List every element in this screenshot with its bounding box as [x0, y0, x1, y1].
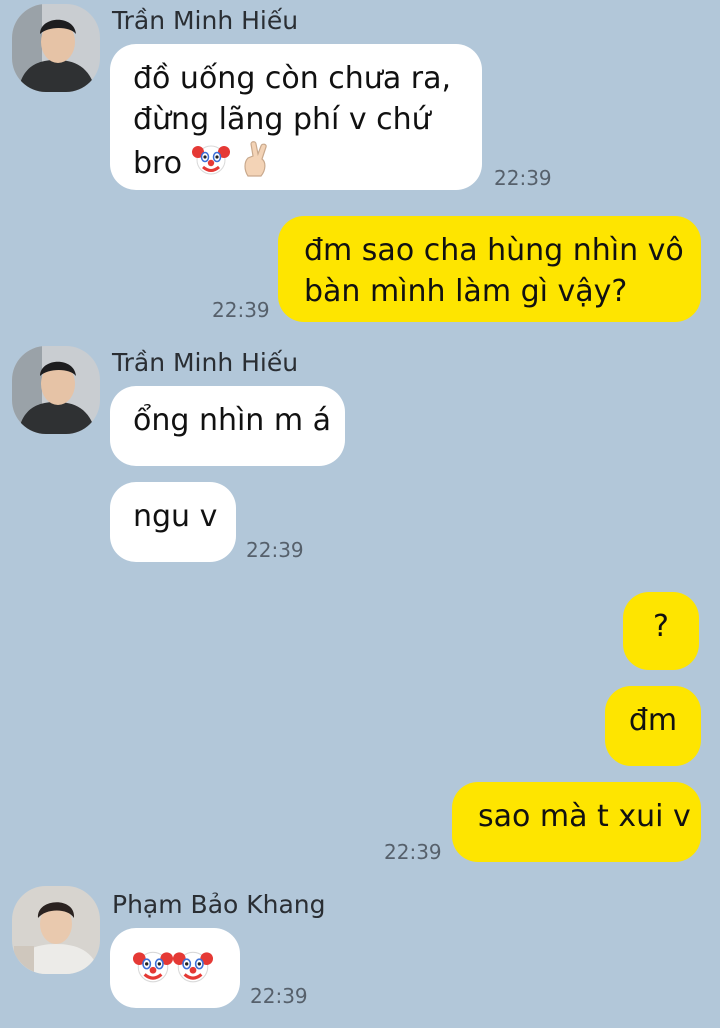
- message-bubble-incoming[interactable]: ngu v: [110, 482, 236, 562]
- message-time: 22:39: [212, 298, 270, 322]
- avatar-photo-icon: [12, 346, 100, 434]
- sender-name: Trần Minh Hiếu: [112, 6, 299, 35]
- message-bubble-incoming[interactable]: [110, 928, 240, 1008]
- message-bubble-outgoing[interactable]: đm: [605, 686, 701, 766]
- message-time: 22:39: [250, 984, 308, 1008]
- clown-face-icon: [133, 951, 173, 983]
- clown-face-icon: [173, 951, 213, 983]
- message-bubble-outgoing[interactable]: ?: [623, 592, 699, 670]
- message-bubble-outgoing[interactable]: sao mà t xui v: [452, 782, 701, 862]
- message-line: bàn mình làm gì vậy?: [304, 274, 628, 309]
- message-bubble-incoming[interactable]: đồ uống còn chưa ra, đừng lãng phí v chứ…: [110, 44, 482, 190]
- avatar-photo-icon: [12, 4, 100, 92]
- message-time: 22:39: [384, 840, 442, 864]
- message-bubble-outgoing[interactable]: đm sao cha hùng nhìn vô bàn mình làm gì …: [278, 216, 701, 322]
- message-bubble-incoming[interactable]: ổng nhìn m á: [110, 386, 345, 466]
- avatar-tran-minh-hieu[interactable]: [12, 4, 100, 92]
- message-text: ?: [653, 609, 669, 644]
- message-time: 22:39: [494, 166, 552, 190]
- message-text: ổng nhìn m á: [133, 403, 332, 438]
- message-text: đm: [628, 703, 678, 738]
- clown-face-icon: [191, 145, 230, 175]
- avatar-pham-bao-khang[interactable]: [12, 886, 100, 974]
- message-line: đồ uống còn chưa ra,: [133, 61, 451, 96]
- crossed-fingers-icon: [244, 141, 267, 177]
- message-line: đm sao cha hùng nhìn vô: [304, 233, 684, 268]
- sender-name: Phạm Bảo Khang: [112, 890, 326, 919]
- sender-name: Trần Minh Hiếu: [112, 348, 299, 377]
- message-text: ngu v: [133, 499, 218, 534]
- message-text: sao mà t xui v: [478, 799, 691, 834]
- message-time: 22:39: [246, 538, 304, 562]
- message-line: bro: [133, 140, 459, 184]
- avatar-photo-icon: [12, 886, 100, 974]
- avatar-tran-minh-hieu[interactable]: [12, 346, 100, 434]
- message-line: đừng lãng phí v chứ: [133, 102, 431, 137]
